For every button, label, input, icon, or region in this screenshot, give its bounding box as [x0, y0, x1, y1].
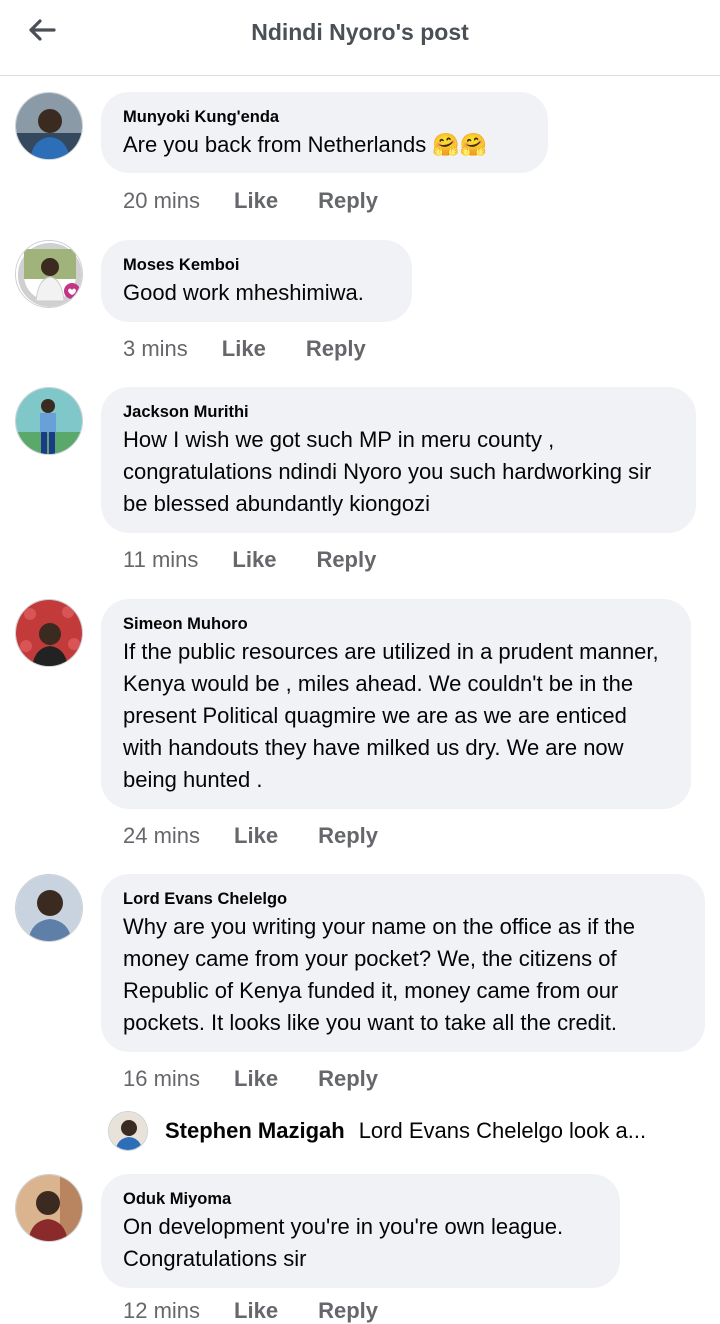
- avatar[interactable]: [15, 240, 83, 308]
- comment-author[interactable]: Simeon Muhoro: [123, 614, 669, 634]
- avatar[interactable]: [108, 1111, 148, 1151]
- like-button[interactable]: Like: [222, 336, 266, 362]
- comment-text: How I wish we got such MP in meru county…: [123, 427, 652, 516]
- comment-author[interactable]: Oduk Miyoma: [123, 1189, 598, 1209]
- comment-text: If the public resources are utilized in …: [123, 639, 659, 792]
- like-button[interactable]: Like: [234, 823, 278, 849]
- reply-button[interactable]: Reply: [318, 1066, 378, 1092]
- comment-time[interactable]: 12 mins: [123, 1298, 200, 1324]
- comment-time[interactable]: 20 mins: [123, 188, 200, 214]
- comment-bubble[interactable]: Oduk Miyoma On development you're in you…: [101, 1174, 620, 1288]
- comment-bubble[interactable]: Lord Evans Chelelgo Why are you writing …: [101, 874, 705, 1052]
- comment-author[interactable]: Jackson Murithi: [123, 402, 674, 422]
- comment-bubble[interactable]: Simeon Muhoro If the public resources ar…: [101, 599, 691, 809]
- comment-author[interactable]: Munyoki Kung'enda: [123, 107, 526, 127]
- like-button[interactable]: Like: [234, 188, 278, 214]
- avatar[interactable]: [15, 599, 83, 667]
- comment-actions: 16 mins Like Reply: [123, 1066, 418, 1092]
- reply-button[interactable]: Reply: [318, 188, 378, 214]
- avatar[interactable]: [15, 1174, 83, 1242]
- avatar[interactable]: [15, 874, 83, 942]
- comment-text: On development you're in you're own leag…: [123, 1214, 564, 1271]
- page-title: Ndindi Nyoro's post: [251, 19, 469, 45]
- comment-text: Why are you writing your name on the off…: [123, 914, 635, 1035]
- comment-actions: 3 mins Like Reply: [123, 336, 406, 362]
- comment-actions: 20 mins Like Reply: [123, 188, 418, 214]
- reply-button[interactable]: Reply: [316, 547, 376, 573]
- like-button[interactable]: Like: [234, 1298, 278, 1324]
- reply-button[interactable]: Reply: [318, 1298, 378, 1324]
- reply-button[interactable]: Reply: [318, 823, 378, 849]
- comment-time[interactable]: 11 mins: [123, 547, 198, 573]
- comment-actions: 24 mins Like Reply: [123, 823, 418, 849]
- avatar[interactable]: [15, 92, 83, 160]
- comment-bubble[interactable]: Munyoki Kung'enda Are you back from Neth…: [101, 92, 548, 173]
- comment-actions: 11 mins Like Reply: [123, 547, 416, 573]
- reply-author[interactable]: Stephen Mazigah: [165, 1118, 345, 1144]
- comment-time[interactable]: 3 mins: [123, 336, 188, 362]
- comment-author[interactable]: Lord Evans Chelelgo: [123, 889, 683, 909]
- comment-time[interactable]: 16 mins: [123, 1066, 200, 1092]
- reply-preview[interactable]: Stephen Mazigah Lord Evans Chelelgo look…: [108, 1110, 708, 1152]
- like-button[interactable]: Like: [232, 547, 276, 573]
- like-button[interactable]: Like: [234, 1066, 278, 1092]
- top-bar: Ndindi Nyoro's post: [0, 0, 720, 76]
- comment-actions: 12 mins Like Reply: [123, 1298, 418, 1324]
- comment-text: Are you back from Netherlands 🤗🤗: [123, 132, 488, 157]
- comment-time[interactable]: 24 mins: [123, 823, 200, 849]
- comment-text: Good work mheshimiwa.: [123, 280, 364, 305]
- comment-bubble[interactable]: Jackson Murithi How I wish we got such M…: [101, 387, 696, 533]
- reply-text: Lord Evans Chelelgo look a...: [358, 1118, 647, 1143]
- reply-button[interactable]: Reply: [306, 336, 366, 362]
- comment-author[interactable]: Moses Kemboi: [123, 255, 390, 275]
- comment-bubble[interactable]: Moses Kemboi Good work mheshimiwa.: [101, 240, 412, 322]
- avatar[interactable]: [15, 387, 83, 455]
